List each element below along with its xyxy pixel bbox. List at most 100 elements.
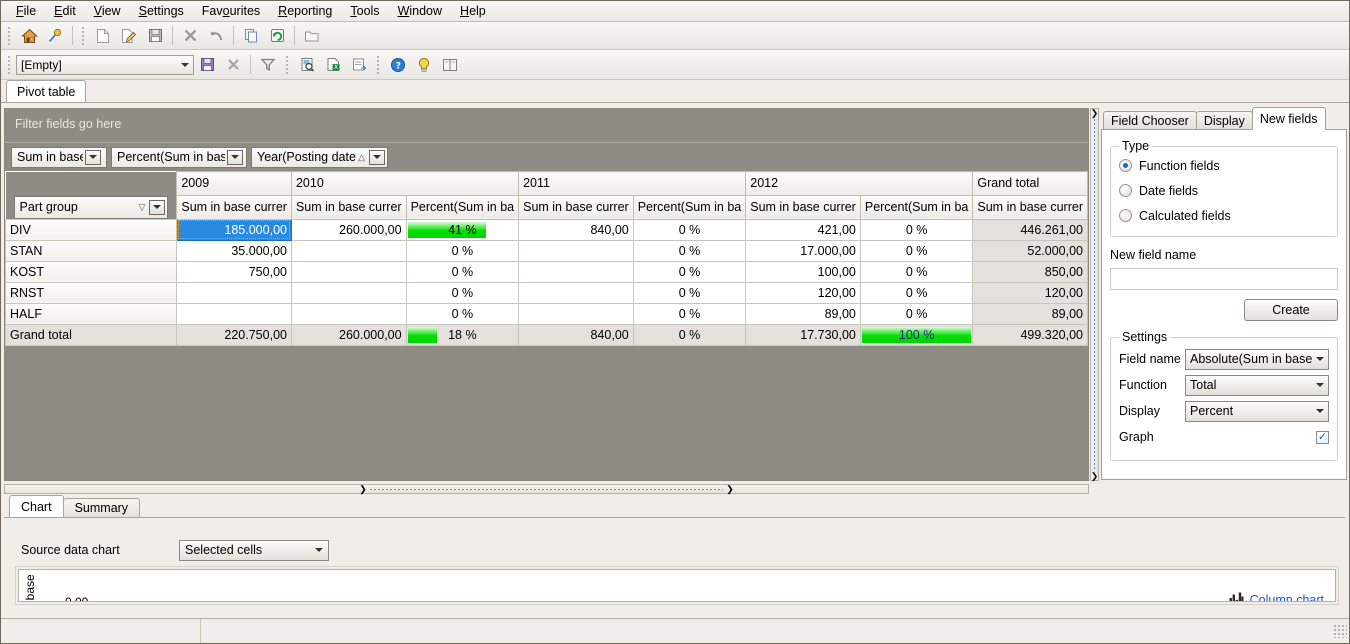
pivot-cell[interactable] [177,282,292,303]
pivot-table-row[interactable]: KOST750,000 %0 %100,000 %850,00 [6,261,1088,282]
pivot-cell[interactable]: 0 % [860,219,973,240]
radio-calculated-fields[interactable]: Calculated fields [1119,203,1329,228]
tip-icon[interactable] [412,53,436,76]
source-data-dropdown[interactable]: Selected cells [179,540,329,561]
pivot-row-header[interactable]: RNST [6,282,177,303]
pivot-cell[interactable]: 0 % [406,303,519,324]
sub-header-2[interactable]: Percent(Sum in ba [406,195,519,219]
export-report-icon[interactable] [347,53,371,76]
pivot-cell[interactable]: 0 % [633,219,746,240]
pivot-cell[interactable]: 840,00 [519,324,634,345]
edit-document-icon[interactable] [117,24,141,47]
menu-favourites[interactable]: Favourites [193,2,269,21]
pivot-table-row[interactable]: DIV185.000,00260.000,0041 %840,000 %421,… [6,219,1088,240]
tab-pivot-table[interactable]: Pivot table [6,80,86,102]
menu-view[interactable]: View [85,2,130,21]
copy-icon[interactable] [239,24,263,47]
pivot-cell[interactable]: 0 % [406,240,519,261]
menu-file[interactable]: FFileile [7,2,45,21]
pivot-cell[interactable]: 41 % [406,219,519,240]
pivot-cell[interactable]: 52.000,00 [973,240,1088,261]
radio-calculated-fields-icon[interactable] [1119,209,1132,222]
resize-grip-icon[interactable] [1333,624,1347,638]
chevron-down-icon[interactable] [1312,357,1328,361]
tab-field-chooser[interactable]: Field Chooser [1103,111,1197,130]
horizontal-splitter[interactable]: ❯ ❯ [4,484,1089,494]
save-icon[interactable] [143,24,167,47]
pivot-cell[interactable]: 0 % [633,303,746,324]
delete-query-icon[interactable] [221,53,245,76]
radio-date-fields-icon[interactable] [1119,184,1132,197]
pivot-cell[interactable]: 0 % [633,282,746,303]
sub-header-5[interactable]: Sum in base currer [746,195,861,219]
pivot-cell[interactable] [519,303,634,324]
pivot-cell[interactable]: 850,00 [973,261,1088,282]
pivot-cell[interactable]: 35.000,00 [177,240,292,261]
query-toolbar-grip[interactable] [6,55,13,75]
chevron-down-icon[interactable] [1312,383,1328,387]
pivot-cell[interactable]: 0 % [860,282,973,303]
filter-icon[interactable] [256,53,280,76]
pivot-cell[interactable] [519,261,634,282]
pivot-cell[interactable]: 100 % [860,324,973,345]
tab-display[interactable]: Display [1196,111,1253,130]
pivot-table-row[interactable]: HALF0 %0 %89,000 %89,00 [6,303,1088,324]
sub-header-3[interactable]: Sum in base currer [519,195,634,219]
column-group-2010[interactable]: 2010 [291,172,518,196]
row-field-chip-part-group[interactable]: Part group ▽ [14,196,169,219]
radio-date-fields[interactable]: Date fields [1119,178,1329,203]
chevron-left-icon[interactable]: ❯ [1091,109,1099,117]
column-group-2011[interactable]: 2011 [519,172,746,196]
pivot-cell[interactable]: 0 % [406,261,519,282]
toolbar-grip-2[interactable] [80,26,87,46]
pivot-cell[interactable]: 499.320,00 [973,324,1088,345]
pivot-cell[interactable]: 185.000,00 [177,219,292,240]
menu-tools[interactable]: Tools [341,2,388,21]
refresh-icon[interactable] [265,24,289,47]
pivot-cell[interactable]: 750,00 [177,261,292,282]
pivot-cell[interactable]: 0 % [406,282,519,303]
pivot-cell[interactable] [291,282,406,303]
pivot-cell[interactable]: 120,00 [746,282,861,303]
column-group-2012[interactable]: 2012 [746,172,973,196]
tab-summary[interactable]: Summary [63,498,140,517]
pivot-cell[interactable]: 840,00 [519,219,634,240]
export-group-grip[interactable] [284,55,291,75]
pivot-cell[interactable]: 89,00 [746,303,861,324]
pivot-row-header[interactable]: DIV [6,219,177,240]
pivot-cell[interactable]: 421,00 [746,219,861,240]
pivot-cell[interactable]: 100,00 [746,261,861,282]
pivot-table-row[interactable]: STAN35.000,000 %0 %17.000,000 %52.000,00 [6,240,1088,261]
column-chart-link[interactable]: Column chart [1250,593,1324,602]
pivot-cell[interactable] [291,240,406,261]
chevron-down-icon-2[interactable]: ❯ [725,485,735,493]
column-group-grand-total[interactable]: Grand total [973,172,1088,196]
pivot-cell[interactable]: 17.000,00 [746,240,861,261]
pivot-cell[interactable]: 120,00 [973,282,1088,303]
menu-window[interactable]: Window [389,2,451,21]
tab-new-fields[interactable]: New fields [1252,107,1326,130]
pivot-cell[interactable]: 17.730,00 [746,324,861,345]
pivot-cell[interactable] [291,303,406,324]
help-icon[interactable]: ? [386,53,410,76]
sub-header-4[interactable]: Percent(Sum in ba [633,195,746,219]
pivot-table-row[interactable]: RNST0 %0 %120,000 %120,00 [6,282,1088,303]
display-dropdown[interactable]: Percent [1185,401,1329,422]
data-field-chip-sum[interactable]: Sum in base cu [11,147,107,168]
chevron-down-icon[interactable] [369,150,385,165]
chevron-down-icon[interactable] [85,150,101,165]
sub-header-1[interactable]: Sum in base currer [291,195,406,219]
menu-settings[interactable]: Settings [130,2,193,21]
pivot-cell[interactable]: 0 % [633,261,746,282]
pivot-cell[interactable] [519,240,634,261]
pivot-cell[interactable]: 0 % [860,261,973,282]
vertical-splitter[interactable]: ❯ ❯ [1090,108,1099,481]
chevron-down-icon[interactable] [177,56,193,74]
pivot-row-header[interactable]: STAN [6,240,177,261]
chevron-down-icon[interactable] [310,548,328,552]
pivot-cell[interactable]: 260.000,00 [291,324,406,345]
chart-plot-area[interactable]: Sum in base 0,00 DIV Co [18,569,1336,602]
manual-icon[interactable] [438,53,462,76]
pivot-cell[interactable]: 0 % [633,324,746,345]
pivot-cell[interactable]: 0 % [860,303,973,324]
